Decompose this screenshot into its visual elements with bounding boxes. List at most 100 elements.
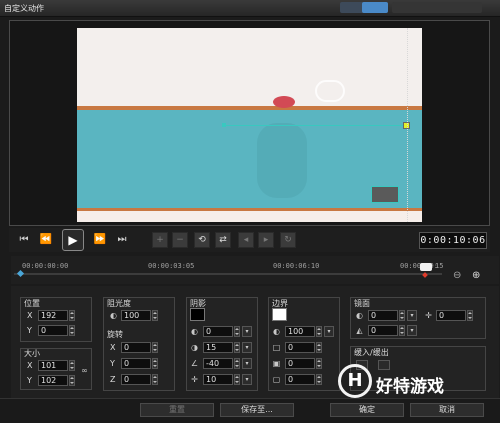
selected-object-box[interactable] bbox=[371, 186, 399, 203]
remove-keyframe-icon[interactable]: − bbox=[172, 232, 188, 248]
motion-path-line bbox=[222, 125, 407, 126]
mirror-offset-input[interactable]: 0 bbox=[436, 310, 466, 321]
skip-end-icon[interactable]: ⏭ bbox=[114, 232, 130, 248]
bottom-strip bbox=[77, 211, 422, 222]
mirror-opacity-spinner[interactable] bbox=[399, 310, 405, 321]
play-button[interactable]: ▶ bbox=[62, 229, 84, 251]
size-x-spinner[interactable] bbox=[69, 360, 75, 371]
axis-y-label: Y bbox=[27, 376, 32, 385]
rotation-y-spinner[interactable] bbox=[152, 358, 158, 369]
ruler-tick: 00:00:03:05 bbox=[148, 262, 195, 270]
axis-x-label: X bbox=[27, 311, 33, 320]
border-blur-input[interactable]: 0 bbox=[285, 358, 315, 369]
shadow-opacity-icon: ◐ bbox=[191, 327, 198, 336]
fade-out-icon[interactable] bbox=[378, 360, 390, 370]
mirror-opacity-dropdown[interactable]: ▾ bbox=[407, 310, 417, 321]
watermark-logo-icon: H bbox=[338, 364, 372, 398]
link-ratio-icon[interactable]: ∞ bbox=[80, 366, 89, 375]
border-radius-input[interactable]: 0 bbox=[285, 374, 315, 385]
rotation-z-input[interactable]: 0 bbox=[121, 374, 151, 385]
ok-button[interactable]: 确定 bbox=[330, 403, 404, 417]
fade-label: 缓入/缓出 bbox=[354, 348, 389, 357]
border-radius-spinner[interactable] bbox=[316, 374, 322, 385]
shadow-blur-input[interactable]: 15 bbox=[203, 342, 233, 353]
mirror-blur-spinner[interactable] bbox=[399, 325, 405, 336]
shadow-angle-input[interactable]: -40 bbox=[203, 358, 233, 369]
shadow-color-swatch[interactable] bbox=[190, 308, 205, 321]
shadow-distance-spinner[interactable] bbox=[234, 374, 240, 385]
shadow-angle-dropdown[interactable]: ▾ bbox=[242, 358, 252, 369]
border-opacity-icon: ◐ bbox=[273, 327, 280, 336]
skip-start-icon[interactable]: ⏮ bbox=[16, 232, 32, 248]
guide-line-dotted bbox=[407, 28, 408, 222]
reverse-keyframe-icon[interactable]: ⟲ bbox=[194, 232, 210, 248]
axis-y-label: Y bbox=[110, 359, 115, 368]
border-opacity-input[interactable]: 100 bbox=[285, 326, 315, 337]
shadow-distance-input[interactable]: 10 bbox=[203, 374, 233, 385]
shadow-angle-spinner[interactable] bbox=[234, 358, 240, 369]
border-width-input[interactable]: 0 bbox=[285, 342, 315, 353]
mirror-blur-input[interactable]: 0 bbox=[368, 325, 398, 336]
save-to-button[interactable]: 保存至... bbox=[220, 403, 294, 417]
shadow-blur-dropdown[interactable]: ▾ bbox=[242, 342, 252, 353]
shadow-opacity-dropdown[interactable]: ▾ bbox=[242, 326, 252, 337]
ruler-tick: 15 bbox=[435, 262, 444, 270]
playhead[interactable] bbox=[420, 263, 432, 271]
border-blur-icon: ▣ bbox=[272, 359, 281, 368]
shadow-opacity-spinner[interactable] bbox=[234, 326, 240, 337]
title-bar: 自定义动作 bbox=[0, 0, 500, 17]
shadow-angle-icon: ∠ bbox=[190, 359, 199, 368]
step-back-icon[interactable]: ⏪ bbox=[38, 232, 54, 248]
axis-x-label: X bbox=[27, 361, 33, 370]
reset-button[interactable]: 重置 bbox=[140, 403, 214, 417]
shadow-distance-icon: ✛ bbox=[191, 375, 198, 384]
zoom-in-icon[interactable]: ⊕ bbox=[472, 270, 484, 282]
rotation-x-spinner[interactable] bbox=[152, 342, 158, 353]
next-keyframe-icon[interactable]: ▸ bbox=[258, 232, 274, 248]
size-y-input[interactable]: 102 bbox=[38, 375, 68, 386]
flower-reflection bbox=[257, 123, 307, 198]
rotation-y-input[interactable]: 0 bbox=[121, 358, 151, 369]
loop-icon[interactable]: ↻ bbox=[280, 232, 296, 248]
border-width-spinner[interactable] bbox=[316, 342, 322, 353]
title-tabs-blurred bbox=[392, 2, 482, 13]
position-x-spinner[interactable] bbox=[69, 310, 75, 321]
position-x-input[interactable]: 192 bbox=[38, 310, 68, 321]
opacity-spinner[interactable] bbox=[152, 310, 158, 321]
border-opacity-dropdown[interactable]: ▾ bbox=[324, 326, 334, 337]
opacity-icon: ◐ bbox=[110, 311, 117, 320]
position-y-spinner[interactable] bbox=[69, 325, 75, 336]
stripe-top bbox=[77, 106, 422, 110]
opacity-input[interactable]: 100 bbox=[121, 310, 151, 321]
border-color-swatch[interactable] bbox=[272, 308, 287, 321]
ruler-tick: 00:00:06:10 bbox=[273, 262, 320, 270]
size-x-input[interactable]: 101 bbox=[38, 360, 68, 371]
swap-keyframe-icon[interactable]: ⇄ bbox=[215, 232, 231, 248]
shadow-blur-spinner[interactable] bbox=[234, 342, 240, 353]
zoom-out-icon[interactable]: ⊖ bbox=[453, 270, 465, 282]
border-opacity-spinner[interactable] bbox=[316, 326, 322, 337]
prev-keyframe-icon[interactable]: ◂ bbox=[238, 232, 254, 248]
timecode-display[interactable]: 0:00:10:06 bbox=[419, 232, 487, 249]
size-y-spinner[interactable] bbox=[69, 375, 75, 386]
step-forward-icon[interactable]: ⏩ bbox=[92, 232, 108, 248]
preview-canvas[interactable] bbox=[77, 28, 422, 222]
mirror-opacity-input[interactable]: 0 bbox=[368, 310, 398, 321]
border-blur-spinner[interactable] bbox=[316, 358, 322, 369]
mirror-blur-dropdown[interactable]: ▾ bbox=[407, 325, 417, 336]
mirror-offset-icon: ✛ bbox=[425, 311, 432, 320]
axis-x-label: X bbox=[110, 343, 116, 352]
mirror-label: 镜面 bbox=[354, 299, 370, 308]
mirror-offset-spinner[interactable] bbox=[467, 310, 473, 321]
rotation-z-spinner[interactable] bbox=[152, 374, 158, 385]
border-width-icon: □ bbox=[272, 343, 281, 352]
flower-shape bbox=[273, 96, 295, 108]
add-keyframe-icon[interactable]: + bbox=[152, 232, 168, 248]
opacity-label: 阻光度 bbox=[107, 299, 131, 308]
cancel-button[interactable]: 取消 bbox=[410, 403, 484, 417]
position-y-input[interactable]: 0 bbox=[38, 325, 68, 336]
shadow-distance-dropdown[interactable]: ▾ bbox=[242, 374, 252, 385]
timeline-track[interactable] bbox=[14, 273, 442, 275]
rotation-x-input[interactable]: 0 bbox=[121, 342, 151, 353]
shadow-opacity-input[interactable]: 0 bbox=[203, 326, 233, 337]
